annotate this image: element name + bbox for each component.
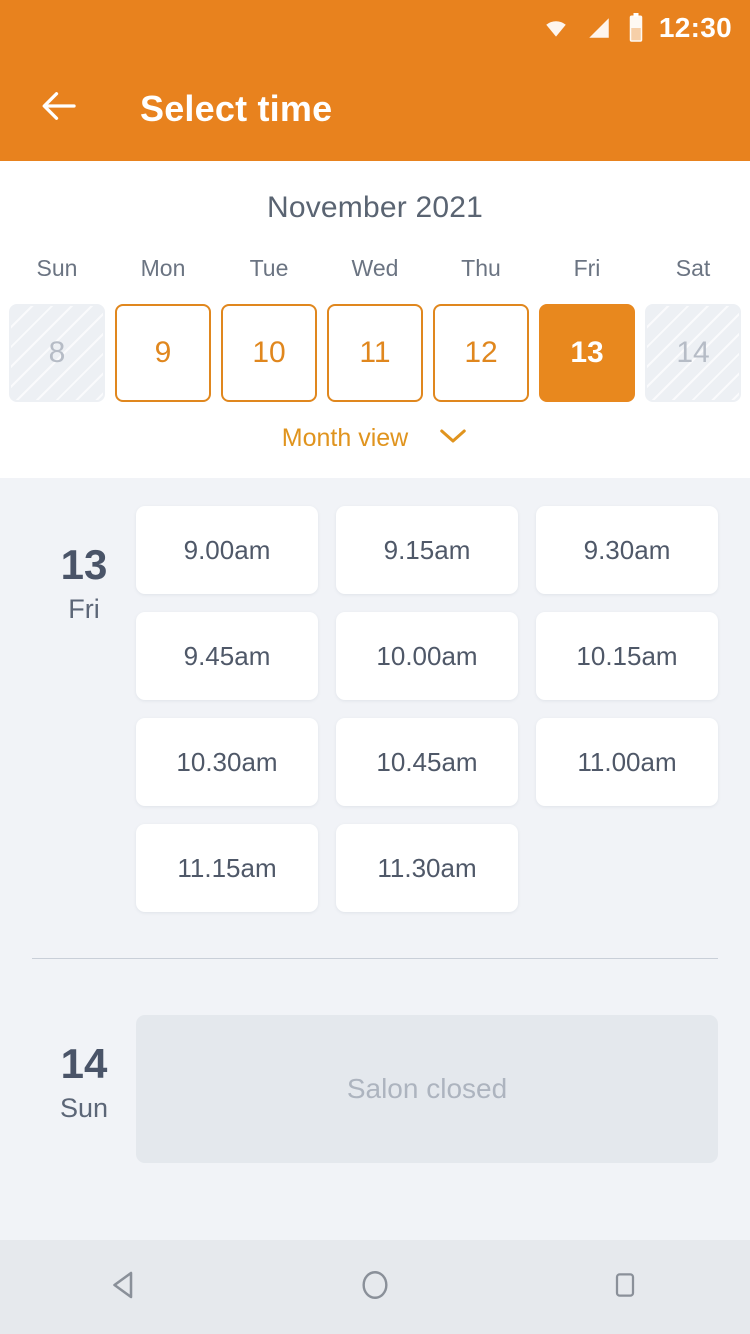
day-number: 14 <box>60 1040 108 1087</box>
date-cell-12[interactable]: 12 <box>433 304 529 402</box>
app-screen: 12:30 Select time November 2021 Sun Mon … <box>0 0 750 1334</box>
weekday-label: Tue <box>249 255 289 281</box>
battery-icon <box>627 13 645 43</box>
salon-closed-banner: Salon closed <box>136 1015 718 1163</box>
month-view-label: Month view <box>281 424 409 452</box>
chevron-down-icon <box>438 427 468 450</box>
cell-signal-icon <box>585 15 613 41</box>
day-label-14: 14 Sun <box>32 1015 136 1163</box>
time-slot[interactable]: 10.00am <box>336 612 518 700</box>
page-title: Select time <box>140 87 333 129</box>
nav-recents-button[interactable] <box>580 1242 670 1332</box>
back-button[interactable] <box>36 85 84 133</box>
date-cell-9[interactable]: 9 <box>115 304 211 402</box>
weekday-label: Fri <box>573 255 601 281</box>
day-of-week: Sun <box>59 1093 109 1123</box>
weekday-label: Wed <box>351 255 399 281</box>
day-section-13: 13 Fri 9.00am 9.15am 9.30am 9.45am 10.00… <box>0 478 750 912</box>
date-cell-8: 8 <box>9 304 105 402</box>
day-label-13: 13 Fri <box>32 506 136 912</box>
weekday-label: Sat <box>675 255 711 281</box>
time-slot[interactable]: 9.30am <box>536 506 718 594</box>
wifi-icon <box>541 15 571 41</box>
nav-home-circle-icon <box>358 1268 392 1307</box>
day-number: 13 <box>60 541 108 588</box>
date-cell-13[interactable]: 13 <box>539 304 635 402</box>
status-bar-clock: 12:30 <box>658 12 732 43</box>
time-slot[interactable]: 9.15am <box>336 506 518 594</box>
time-slot[interactable]: 11.15am <box>136 824 318 912</box>
time-slot-grid: 9.00am 9.15am 9.30am 9.45am 10.00am 10.1… <box>136 506 718 912</box>
nav-back-button[interactable] <box>80 1242 170 1332</box>
weekday-label: Sun <box>36 255 78 281</box>
day-section-14: 14 Sun Salon closed <box>0 959 750 1163</box>
weekday-label: Mon <box>140 255 186 281</box>
weekday-label: Thu <box>461 255 501 281</box>
time-slot[interactable]: 10.45am <box>336 718 518 806</box>
day-of-week: Fri <box>68 594 100 624</box>
time-slot[interactable]: 11.30am <box>336 824 518 912</box>
calendar-weekday-row: Sun Mon Tue Wed Thu Fri Sat <box>0 255 750 282</box>
app-bar: Select time <box>0 56 750 161</box>
status-bar: 12:30 <box>0 0 750 56</box>
date-cell-11[interactable]: 11 <box>327 304 423 402</box>
time-slot[interactable]: 11.00am <box>536 718 718 806</box>
calendar-date-row: 8 9 10 11 12 13 14 <box>0 304 750 402</box>
date-cell-14: 14 <box>645 304 741 402</box>
android-nav-bar <box>0 1240 750 1334</box>
nav-recents-square-icon <box>609 1269 641 1306</box>
month-view-toggle[interactable]: Month view <box>0 424 750 453</box>
time-slot[interactable]: 9.45am <box>136 612 318 700</box>
time-slot[interactable]: 10.15am <box>536 612 718 700</box>
nav-home-button[interactable] <box>330 1242 420 1332</box>
date-cell-10[interactable]: 10 <box>221 304 317 402</box>
time-slot[interactable]: 10.30am <box>136 718 318 806</box>
arrow-left-icon <box>39 85 81 132</box>
nav-back-triangle-icon <box>107 1267 143 1308</box>
calendar-month-label: November 2021 <box>266 191 484 224</box>
time-slot-scroll-area[interactable]: 13 Fri 9.00am 9.15am 9.30am 9.45am 10.00… <box>0 478 750 1240</box>
time-slot[interactable]: 9.00am <box>136 506 318 594</box>
calendar-panel: November 2021 Sun Mon Tue Wed Thu Fri Sa… <box>0 161 750 478</box>
